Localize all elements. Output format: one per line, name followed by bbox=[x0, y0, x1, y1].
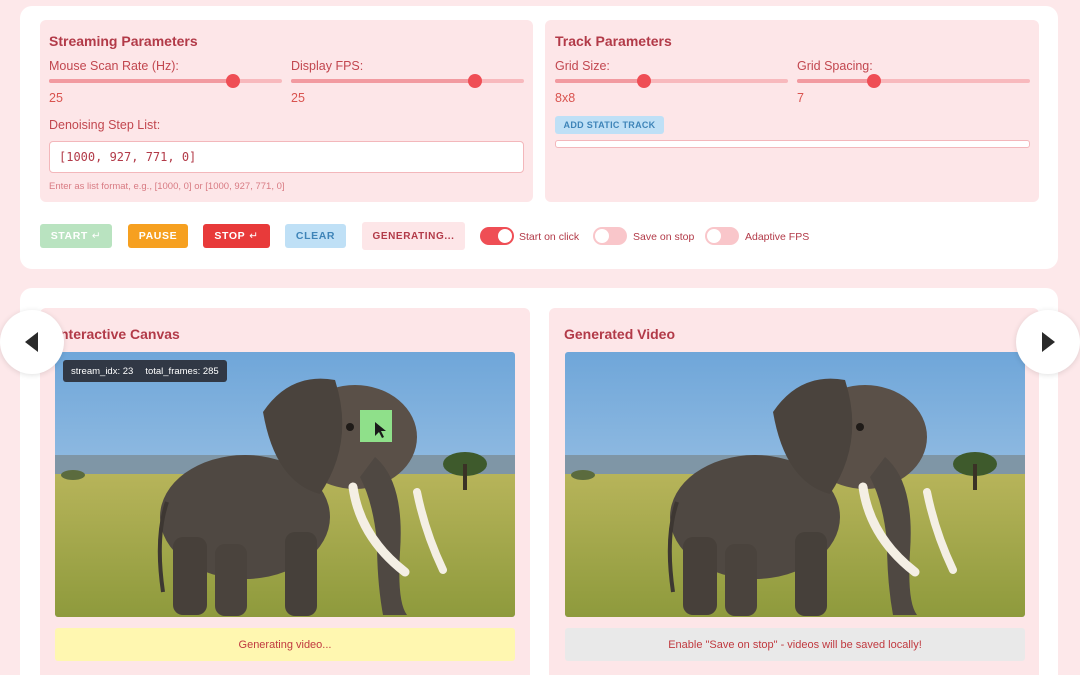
save-on-stop-label: Save on stop bbox=[633, 231, 695, 243]
adaptive-fps-toggle[interactable] bbox=[705, 227, 739, 245]
mouse-scan-rate-slider[interactable] bbox=[49, 74, 282, 88]
interactive-canvas-title: nteractive Canvas bbox=[60, 326, 180, 342]
denoising-step-label: Denoising Step List: bbox=[49, 118, 161, 132]
grid-size-value: 8x8 bbox=[555, 91, 576, 105]
display-fps-fill bbox=[291, 79, 476, 83]
display-fps-label: Display FPS: bbox=[291, 59, 364, 73]
clear-button[interactable]: CLEAR bbox=[285, 224, 346, 248]
canvas-status: Generating video... bbox=[55, 628, 515, 661]
elephant-image bbox=[55, 352, 515, 617]
mouse-scan-rate-thumb[interactable] bbox=[226, 74, 241, 88]
toggle-knob bbox=[707, 229, 721, 243]
chevron-right-icon bbox=[1042, 332, 1055, 352]
chevron-left-icon bbox=[25, 332, 38, 352]
track-list-box bbox=[555, 140, 1030, 148]
grid-spacing-slider[interactable] bbox=[797, 74, 1030, 88]
stream-idx-text: stream_idx: 23 bbox=[71, 365, 134, 377]
display-fps-slider[interactable] bbox=[291, 74, 524, 88]
start-button-label: START bbox=[50, 230, 88, 242]
interactive-canvas[interactable]: stream_idx: 23 total_frames: 285 bbox=[55, 352, 515, 617]
start-button[interactable]: START ↵ bbox=[40, 224, 112, 248]
grid-size-fill bbox=[555, 79, 644, 83]
display-fps-value: 25 bbox=[291, 91, 305, 105]
generated-video[interactable] bbox=[565, 352, 1025, 617]
stream-overlay: stream_idx: 23 total_frames: 285 bbox=[63, 360, 227, 382]
denoising-step-hint: Enter as list format, e.g., [1000, 0] or… bbox=[49, 181, 285, 192]
track-parameters-panel: Track Parameters Grid Size: 8x8 Grid Spa… bbox=[545, 20, 1039, 202]
start-on-click-toggle[interactable] bbox=[480, 227, 514, 245]
toggle-knob bbox=[595, 229, 609, 243]
stop-button-label: STOP bbox=[214, 230, 246, 242]
stop-button[interactable]: STOP ↵ bbox=[203, 224, 270, 248]
generating-button[interactable]: GENERATING... bbox=[362, 222, 465, 250]
mouse-scan-rate-label: Mouse Scan Rate (Hz): bbox=[49, 59, 179, 73]
elephant-video-frame bbox=[565, 352, 1025, 617]
grid-spacing-thumb[interactable] bbox=[866, 74, 881, 88]
display-fps-thumb[interactable] bbox=[468, 74, 483, 88]
total-frames-text: total_frames: 285 bbox=[145, 365, 219, 377]
video-status: Enable "Save on stop" - videos will be s… bbox=[565, 628, 1025, 661]
streaming-parameters-panel: Streaming Parameters Mouse Scan Rate (Hz… bbox=[40, 20, 533, 202]
mouse-scan-rate-value: 25 bbox=[49, 91, 63, 105]
adaptive-fps-label: Adaptive FPS bbox=[745, 231, 810, 243]
denoising-step-input[interactable]: [1000, 927, 771, 0] bbox=[49, 141, 524, 173]
save-on-stop-toggle[interactable] bbox=[593, 227, 627, 245]
enter-icon: ↵ bbox=[91, 230, 102, 242]
mouse-scan-rate-fill bbox=[49, 79, 234, 83]
enter-icon: ↵ bbox=[249, 230, 259, 242]
start-on-click-label: Start on click bbox=[519, 231, 580, 243]
grid-spacing-value: 7 bbox=[797, 91, 804, 105]
pause-button[interactable]: PAUSE bbox=[128, 224, 188, 248]
grid-size-label: Grid Size: bbox=[555, 59, 610, 73]
toggle-knob bbox=[498, 229, 512, 243]
prev-button[interactable] bbox=[0, 310, 64, 374]
streaming-parameters-title: Streaming Parameters bbox=[49, 33, 198, 49]
track-parameters-title: Track Parameters bbox=[555, 33, 672, 49]
grid-spacing-fill bbox=[797, 79, 874, 83]
add-static-track-button[interactable]: ADD STATIC TRACK bbox=[555, 116, 664, 134]
grid-size-thumb[interactable] bbox=[636, 74, 651, 88]
generated-video-title: Generated Video bbox=[564, 326, 676, 342]
next-button[interactable] bbox=[1016, 310, 1080, 374]
grid-spacing-label: Grid Spacing: bbox=[797, 59, 873, 73]
grid-size-slider[interactable] bbox=[555, 74, 788, 88]
